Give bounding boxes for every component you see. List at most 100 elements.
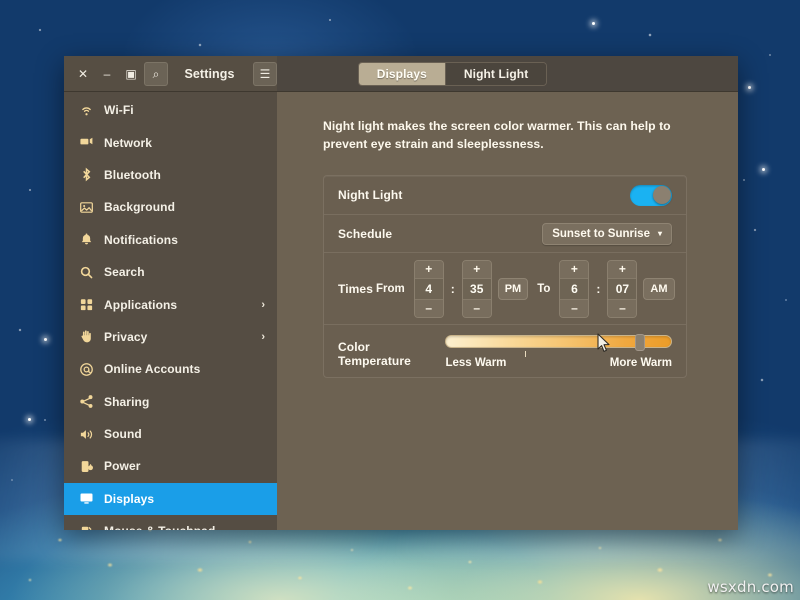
maximize-icon[interactable]: ▣ — [120, 63, 142, 85]
sidebar: Wi-Fi Network Bluetooth — [64, 92, 277, 530]
search-icon[interactable]: ⌕ — [144, 62, 168, 86]
sidebar-item-privacy[interactable]: Privacy › — [64, 321, 277, 353]
from-label: From — [373, 283, 408, 295]
hand-icon — [78, 329, 94, 345]
night-light-label: Night Light — [338, 188, 402, 202]
from-meridiem-button[interactable]: PM — [498, 278, 529, 300]
night-light-toggle[interactable] — [630, 185, 672, 206]
schedule-dropdown[interactable]: Sunset to Sunrise ▾ — [542, 223, 672, 245]
star — [28, 418, 31, 421]
color-temperature-label: Color Temperature — [338, 340, 445, 368]
color-temperature-slider-area: Less Warm More Warm — [445, 335, 672, 369]
sidebar-item-label: Search — [104, 265, 265, 279]
sidebar-item-label: Wi-Fi — [104, 103, 265, 117]
watermark: wsxdn.com — [707, 578, 794, 596]
settings-window: ✕ – ▣ ⌕ Settings ☰ Displays Night Light — [64, 56, 738, 530]
to-hour-decrement[interactable]: – — [560, 300, 588, 317]
from-minute-value[interactable]: 35 — [463, 278, 491, 300]
to-minute-decrement[interactable]: – — [608, 300, 636, 317]
sidebar-item-background[interactable]: Background — [64, 191, 277, 223]
tab-night-light[interactable]: Night Light — [445, 63, 546, 85]
times-controls: From + 4 – : + 35 – — [373, 260, 675, 318]
page-title: Settings — [168, 67, 251, 81]
to-minute-stepper[interactable]: + 07 – — [607, 260, 637, 318]
sidebar-item-sharing[interactable]: Sharing — [64, 386, 277, 418]
row-schedule: Schedule Sunset to Sunrise ▾ — [324, 214, 686, 252]
close-icon[interactable]: ✕ — [72, 63, 94, 85]
more-warm-label: More Warm — [610, 357, 672, 369]
to-meridiem-button[interactable]: AM — [643, 278, 674, 300]
night-light-panel: Night light makes the screen color warme… — [277, 92, 738, 530]
sidebar-item-label: Applications — [104, 298, 251, 312]
sidebar-item-online-accounts[interactable]: Online Accounts — [64, 353, 277, 385]
to-time-separator: : — [595, 282, 601, 296]
at-icon — [78, 361, 94, 377]
panel-description: Night light makes the screen color warme… — [323, 118, 693, 153]
from-hour-decrement[interactable]: – — [415, 300, 443, 317]
to-minute-increment[interactable]: + — [608, 261, 636, 278]
from-minute-stepper[interactable]: + 35 – — [462, 260, 492, 318]
bell-icon — [78, 232, 94, 248]
from-hour-value[interactable]: 4 — [415, 278, 443, 300]
sidebar-item-label: Notifications — [104, 233, 265, 247]
sidebar-item-sound[interactable]: Sound — [64, 418, 277, 450]
sidebar-item-notifications[interactable]: Notifications — [64, 224, 277, 256]
slider-tick-mark — [525, 351, 526, 357]
monitor-icon — [78, 491, 94, 507]
sidebar-item-wi-fi[interactable]: Wi-Fi — [64, 94, 277, 126]
wifi-icon — [78, 102, 94, 118]
star — [592, 22, 595, 25]
sidebar-item-displays[interactable]: Displays — [64, 483, 277, 515]
row-times: Times From + 4 – : + 35 — [324, 252, 686, 324]
sidebar-item-label: Network — [104, 136, 265, 150]
sidebar-item-label: Sound — [104, 427, 265, 441]
chevron-down-icon: ▾ — [658, 230, 662, 238]
desktop-background: wsxdn.com ✕ – ▣ ⌕ Settings ☰ Displays Ni… — [0, 0, 800, 600]
schedule-value: Sunset to Sunrise — [552, 228, 650, 240]
minimize-icon[interactable]: – — [96, 63, 118, 85]
sidebar-item-network[interactable]: Network — [64, 126, 277, 158]
share-icon — [78, 394, 94, 410]
from-minute-increment[interactable]: + — [463, 261, 491, 278]
hamburger-menu-icon[interactable]: ☰ — [253, 62, 277, 86]
to-minute-value[interactable]: 07 — [608, 278, 636, 300]
search-icon — [78, 264, 94, 280]
from-time-separator: : — [450, 282, 456, 296]
image-icon — [78, 199, 94, 215]
window-body: Wi-Fi Network Bluetooth — [64, 92, 738, 530]
chevron-right-icon: › — [261, 331, 265, 343]
to-hour-stepper[interactable]: + 6 – — [559, 260, 589, 318]
power-icon — [78, 458, 94, 474]
star — [748, 86, 751, 89]
sidebar-bottom-edge — [64, 524, 277, 530]
tab-displays[interactable]: Displays — [359, 63, 445, 85]
sidebar-item-label: Background — [104, 200, 265, 214]
sidebar-item-label: Bluetooth — [104, 168, 265, 182]
from-hour-stepper[interactable]: + 4 – — [414, 260, 444, 318]
row-color-temperature: Color Temperature Less Warm More Warm — [324, 324, 686, 377]
to-label: To — [534, 283, 553, 295]
chevron-right-icon: › — [261, 299, 265, 311]
star — [762, 168, 765, 171]
sidebar-item-applications[interactable]: Applications › — [64, 288, 277, 320]
tab-bar: Displays Night Light — [358, 62, 548, 86]
night-light-right — [630, 185, 672, 206]
sidebar-item-label: Sharing — [104, 395, 265, 409]
color-temperature-handle[interactable] — [635, 334, 645, 351]
sidebar-item-power[interactable]: Power — [64, 450, 277, 482]
bluetooth-icon — [78, 167, 94, 183]
from-hour-increment[interactable]: + — [415, 261, 443, 278]
sidebar-item-label: Displays — [104, 492, 265, 506]
from-minute-decrement[interactable]: – — [463, 300, 491, 317]
row-night-light: Night Light — [324, 176, 686, 214]
title-bar-right: Displays Night Light — [277, 56, 738, 91]
schedule-label: Schedule — [338, 227, 392, 241]
color-temperature-slider[interactable] — [445, 335, 672, 348]
to-hour-value[interactable]: 6 — [560, 278, 588, 300]
to-hour-increment[interactable]: + — [560, 261, 588, 278]
sidebar-item-bluetooth[interactable]: Bluetooth — [64, 159, 277, 191]
sidebar-item-label: Power — [104, 459, 265, 473]
speaker-icon — [78, 426, 94, 442]
sidebar-item-search[interactable]: Search — [64, 256, 277, 288]
title-bar-left: ✕ – ▣ ⌕ Settings ☰ — [64, 56, 277, 91]
